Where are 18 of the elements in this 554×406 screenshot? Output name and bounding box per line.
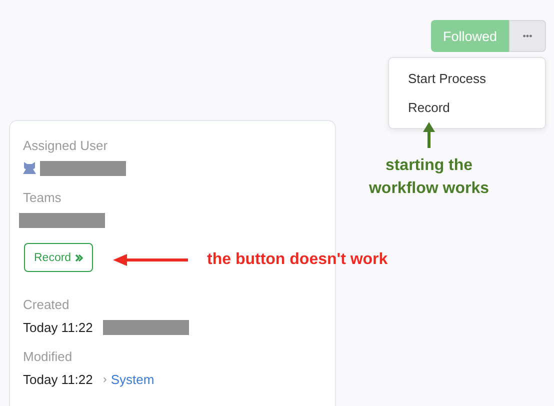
user-icon: [23, 161, 36, 175]
arrow-icon: [113, 254, 188, 266]
field-value: Today 11:22: [23, 372, 93, 386]
user-link[interactable]: System: [110, 372, 154, 386]
arrow-icon: [423, 122, 435, 148]
annotation-text: starting the workflow works: [368, 156, 490, 199]
field-label: Assigned User: [23, 137, 109, 155]
annotation-text: the button doesn't work: [207, 250, 388, 270]
field-label: Teams: [23, 189, 62, 207]
more-button[interactable]: •••: [509, 20, 546, 52]
field-label: Created: [23, 296, 70, 314]
field-value: Today 11:22: [23, 320, 93, 334]
double-chevron-icon: [75, 254, 84, 262]
record-button[interactable]: Record: [24, 243, 94, 272]
separator-icon: ›: [102, 372, 107, 386]
field-label: Modified: [23, 348, 74, 366]
menu-item[interactable]: Record: [389, 93, 545, 122]
menu-item[interactable]: Start Process: [389, 64, 545, 93]
